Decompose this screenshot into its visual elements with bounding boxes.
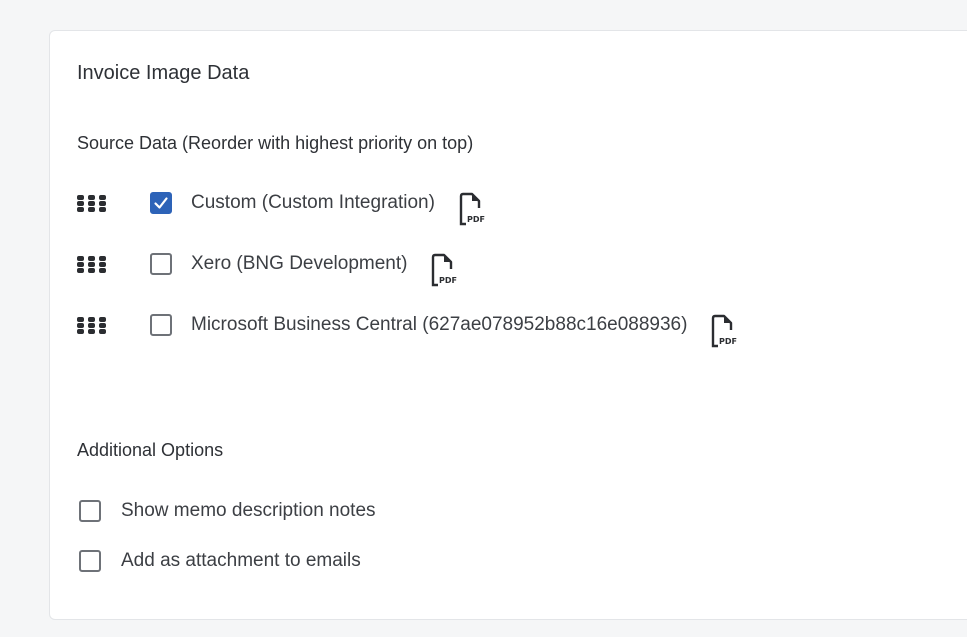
source-checkbox-xero[interactable]: [150, 253, 172, 275]
additional-options-heading: Additional Options: [77, 440, 224, 460]
svg-text:PDF: PDF: [719, 337, 737, 346]
option-label-add-attachment: Add as attachment to emails: [121, 550, 361, 571]
option-show-memo-description-notes[interactable]: Show memo description notes: [79, 496, 376, 526]
checkmark-icon: [154, 197, 168, 209]
invoice-image-data-panel: Invoice Image Data Source Data (Reorder …: [49, 30, 967, 620]
option-checkbox-show-memo[interactable]: [79, 500, 101, 522]
pdf-icon[interactable]: PDF: [429, 253, 459, 289]
pdf-icon[interactable]: PDF: [709, 314, 739, 350]
drag-handle-icon[interactable]: [77, 315, 107, 335]
panel-title: Invoice Image Data: [77, 62, 250, 84]
source-row-custom[interactable]: Custom (Custom Integration) PDF: [77, 188, 487, 226]
svg-text:PDF: PDF: [467, 215, 485, 224]
option-label-show-memo: Show memo description notes: [121, 500, 376, 521]
pdf-icon[interactable]: PDF: [457, 192, 487, 228]
option-add-as-attachment-to-emails[interactable]: Add as attachment to emails: [79, 546, 361, 576]
option-checkbox-add-attachment[interactable]: [79, 550, 101, 572]
source-row-xero[interactable]: Xero (BNG Development) PDF: [77, 249, 459, 287]
source-checkbox-custom[interactable]: [150, 192, 172, 214]
source-label-xero: Xero (BNG Development): [191, 253, 408, 274]
source-checkbox-microsoft-business-central[interactable]: [150, 314, 172, 336]
source-label-microsoft-business-central: Microsoft Business Central (627ae078952b…: [191, 314, 688, 335]
source-data-heading: Source Data (Reorder with highest priori…: [77, 133, 474, 153]
source-label-custom: Custom (Custom Integration): [191, 192, 435, 213]
svg-text:PDF: PDF: [439, 276, 457, 285]
source-row-microsoft-business-central[interactable]: Microsoft Business Central (627ae078952b…: [77, 310, 739, 348]
drag-handle-icon[interactable]: [77, 254, 107, 274]
drag-handle-icon[interactable]: [77, 193, 107, 213]
